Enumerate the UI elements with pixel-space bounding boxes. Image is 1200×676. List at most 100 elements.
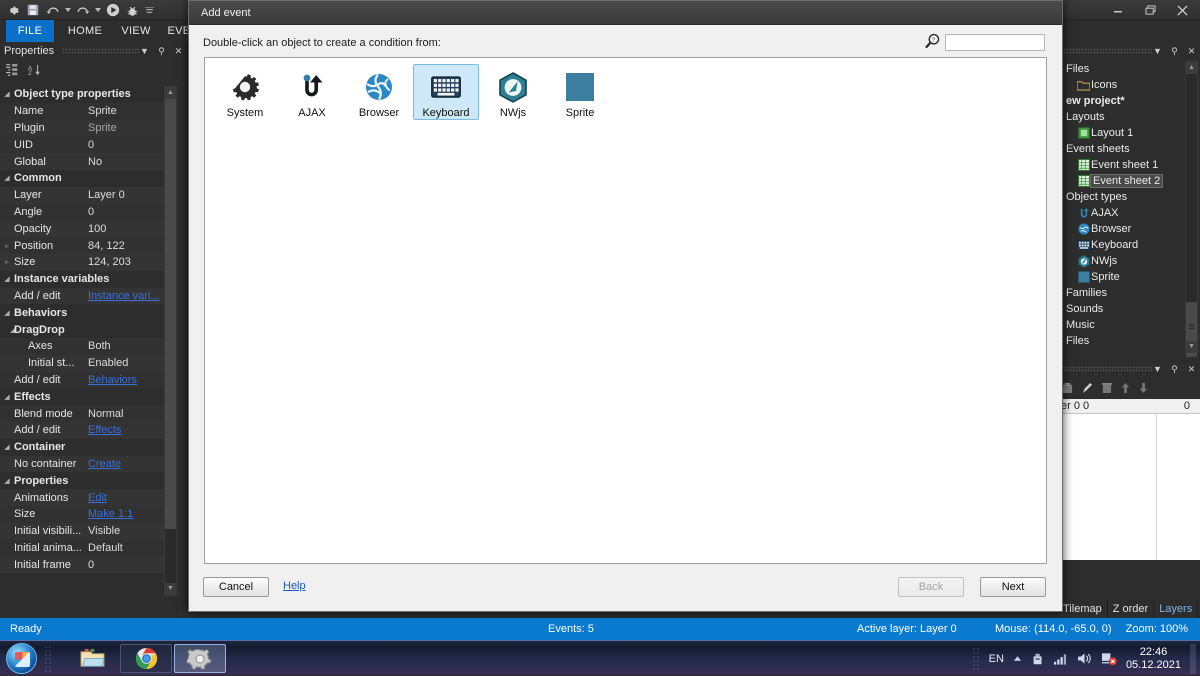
redo-dropdown-icon[interactable] bbox=[94, 2, 101, 19]
expander-icon[interactable]: ▹ bbox=[0, 258, 14, 266]
property-row[interactable]: Blend mode Normal bbox=[0, 405, 174, 422]
property-row[interactable]: Axes Both bbox=[0, 337, 174, 355]
property-row[interactable]: Add / edit Behaviors bbox=[0, 371, 174, 389]
property-group[interactable]: ◢ Behaviors bbox=[0, 304, 174, 322]
chevron-down-icon[interactable]: ▼ bbox=[1151, 360, 1164, 378]
properties-grid[interactable]: ◢ Object type properties Name Sprite Plugin S… bbox=[0, 86, 174, 598]
close-icon[interactable] bbox=[1166, 1, 1198, 20]
start-button[interactable] bbox=[6, 643, 37, 674]
expander-icon[interactable]: ◢ bbox=[0, 443, 14, 451]
move-down-icon[interactable] bbox=[1139, 382, 1148, 397]
back-button[interactable]: Back bbox=[898, 577, 964, 597]
search-input[interactable] bbox=[945, 34, 1045, 51]
network-icon[interactable] bbox=[1053, 653, 1068, 665]
object-cell-sprite[interactable]: Sprite bbox=[547, 64, 613, 120]
property-value[interactable]: 0 bbox=[84, 559, 174, 571]
property-row[interactable]: Layer Layer 0 bbox=[0, 186, 174, 204]
property-value[interactable]: Sprite bbox=[84, 122, 174, 134]
undo-icon[interactable] bbox=[44, 2, 61, 19]
expander-icon[interactable]: ◢ bbox=[0, 275, 14, 283]
property-row[interactable]: Global No bbox=[0, 153, 174, 170]
project-tree-item[interactable]: Layout 1 bbox=[1058, 125, 1188, 141]
chevron-down-icon[interactable]: ▼ bbox=[1151, 42, 1164, 60]
undo-dropdown-icon[interactable] bbox=[64, 2, 71, 19]
property-group[interactable]: ◢ Instance variables bbox=[0, 270, 174, 288]
delete-icon[interactable] bbox=[1102, 382, 1112, 397]
property-row[interactable]: Angle 0 bbox=[0, 203, 174, 221]
tray-grip[interactable] bbox=[971, 646, 980, 671]
close-icon[interactable]: ✕ bbox=[1185, 42, 1198, 60]
property-group[interactable]: ◢ DragDrop bbox=[0, 321, 174, 338]
tab-layers[interactable]: Layers bbox=[1154, 600, 1199, 618]
ribbon-tab-file[interactable]: FILE bbox=[6, 20, 54, 42]
property-row[interactable]: Initial visibili... Visible bbox=[0, 522, 174, 540]
scroll-down-icon[interactable]: ▼ bbox=[165, 583, 176, 595]
property-row[interactable]: Add / edit Instance vari... bbox=[0, 287, 174, 305]
object-cell-keyboard[interactable]: Keyboard bbox=[413, 64, 479, 120]
expander-icon[interactable]: ◢ bbox=[0, 477, 14, 485]
project-tree-item[interactable]: Keyboard bbox=[1058, 237, 1188, 253]
taskbar-clock[interactable]: 22:46 05.12.2021 bbox=[1126, 646, 1181, 672]
property-value[interactable]: 84, 122 bbox=[84, 240, 174, 252]
object-list-pane[interactable]: System AJAX Browser Keyboard NWjs Sprite bbox=[204, 57, 1047, 564]
project-tree-item[interactable]: ▹Sounds bbox=[1058, 301, 1188, 317]
categorized-icon[interactable] bbox=[6, 63, 20, 79]
property-row[interactable]: ▹ Size 124, 203 bbox=[0, 253, 174, 271]
property-group[interactable]: ◢ Effects bbox=[0, 388, 174, 406]
cancel-button[interactable]: Cancel bbox=[203, 577, 269, 597]
rename-icon[interactable] bbox=[1082, 382, 1093, 397]
expander-icon[interactable]: ◢ bbox=[0, 309, 14, 317]
expander-icon[interactable]: ▹ bbox=[0, 242, 14, 250]
property-row[interactable]: Initial st... Enabled bbox=[0, 354, 174, 372]
customize-icon[interactable] bbox=[144, 2, 154, 19]
object-cell-system[interactable]: System bbox=[212, 64, 278, 120]
object-cell-ajax[interactable]: AJAX bbox=[279, 64, 345, 120]
expander-icon[interactable]: ◢ bbox=[0, 393, 14, 401]
project-tree-item[interactable]: ew project* bbox=[1058, 93, 1188, 109]
panel-drag-grip[interactable] bbox=[1060, 48, 1152, 54]
property-value-link[interactable]: Create bbox=[84, 458, 174, 470]
gear-icon[interactable] bbox=[4, 2, 21, 19]
project-tree-item[interactable]: ▹Layouts bbox=[1058, 109, 1188, 125]
property-row[interactable]: Size Make 1:1 bbox=[0, 505, 174, 523]
property-value-link[interactable]: Instance vari... bbox=[84, 290, 174, 302]
project-tree-item[interactable]: Event sheet 2 bbox=[1058, 173, 1188, 189]
alphabetical-sort-icon[interactable]: AZ bbox=[28, 64, 42, 79]
properties-scrollbar[interactable]: ▲ ▼ bbox=[164, 86, 177, 596]
property-value-link[interactable]: Make 1:1 bbox=[84, 508, 174, 520]
close-icon[interactable]: ✕ bbox=[1185, 360, 1198, 378]
scroll-up-icon[interactable]: ▲ bbox=[165, 87, 176, 99]
action-center-icon[interactable] bbox=[1101, 652, 1117, 666]
project-tree-item[interactable]: ▹Families bbox=[1058, 285, 1188, 301]
scroll-down-icon[interactable]: ▼ bbox=[1186, 341, 1197, 353]
object-cell-browser[interactable]: Browser bbox=[346, 64, 412, 120]
tray-language[interactable]: EN bbox=[989, 653, 1004, 665]
pin-icon[interactable]: ⚲ bbox=[1168, 42, 1181, 60]
show-desktop-button[interactable] bbox=[1190, 643, 1196, 674]
property-group[interactable]: ◢ Properties bbox=[0, 472, 174, 490]
chevron-up-icon[interactable] bbox=[1013, 655, 1022, 662]
project-tree-item[interactable]: ▹Files bbox=[1058, 333, 1188, 349]
project-tree-item[interactable]: ▹Music bbox=[1058, 317, 1188, 333]
chevron-down-icon[interactable]: ▼ bbox=[138, 42, 151, 60]
property-group[interactable]: ◢ Common bbox=[0, 169, 174, 187]
project-tree-item[interactable]: Event sheet 1 bbox=[1058, 157, 1188, 173]
property-group[interactable]: ◢ Object type properties bbox=[0, 86, 174, 103]
expander-icon[interactable]: ◢ bbox=[0, 174, 14, 182]
project-scrollbar[interactable]: ▲ ▼ bbox=[1185, 61, 1198, 357]
project-tree-item[interactable]: ▹Event sheets bbox=[1058, 141, 1188, 157]
property-value[interactable]: Sprite bbox=[84, 105, 174, 117]
property-row[interactable]: ▹ Position 84, 122 bbox=[0, 237, 174, 254]
property-value[interactable]: Default bbox=[84, 542, 174, 554]
scroll-up-icon[interactable]: ▲ bbox=[1186, 62, 1197, 74]
ribbon-tab-home[interactable]: HOME bbox=[58, 20, 112, 42]
object-cell-nwjs[interactable]: NWjs bbox=[480, 64, 546, 120]
project-tree[interactable]: ▹Files Icons ew project* ▹Layouts Layout 1 ▹E… bbox=[1058, 61, 1188, 354]
property-value[interactable]: 124, 203 bbox=[84, 256, 174, 268]
property-group[interactable]: ◢ Container bbox=[0, 438, 174, 456]
move-up-icon[interactable] bbox=[1121, 382, 1130, 397]
property-row[interactable]: Opacity 100 bbox=[0, 220, 174, 238]
property-row[interactable]: Animations Edit bbox=[0, 489, 174, 506]
property-value[interactable]: 0 bbox=[84, 206, 174, 218]
pin-icon[interactable]: ⚲ bbox=[1168, 360, 1181, 378]
